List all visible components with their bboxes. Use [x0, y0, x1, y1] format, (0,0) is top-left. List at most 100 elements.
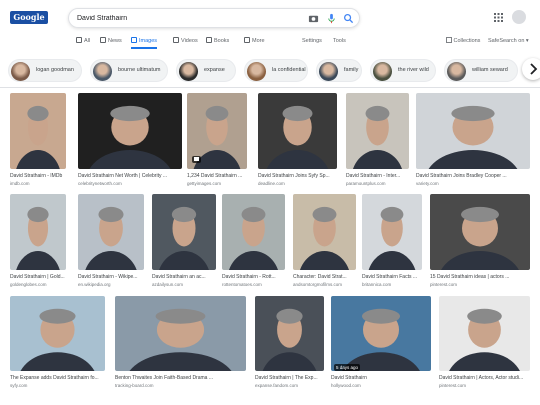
image-result[interactable]: David Strathairn Facts ... britannica.com — [362, 194, 422, 290]
result-caption[interactable]: David Strathairn - Wikipe... — [78, 274, 144, 280]
book-icon — [206, 37, 212, 43]
tab-videos[interactable]: Videos — [173, 37, 198, 49]
mic-icon[interactable] — [326, 13, 337, 24]
result-thumbnail[interactable] — [10, 296, 105, 371]
tab-images[interactable]: Images — [131, 37, 158, 49]
result-source: hollywood.com — [331, 383, 361, 388]
image-result[interactable]: David Strathairn - Rott... rottentomatoes… — [222, 194, 285, 290]
tools-link[interactable]: Tools — [333, 37, 346, 46]
result-caption[interactable]: David Strathairn Net Worth | Celebrity .… — [78, 173, 182, 179]
tab-books[interactable]: Books — [206, 37, 229, 49]
result-caption[interactable]: David Strathairn - IMDb — [10, 173, 66, 179]
result-caption[interactable]: David Strathairn - Rott... — [222, 274, 285, 280]
collections-label: Collections — [453, 38, 481, 44]
result-thumbnail[interactable] — [152, 194, 216, 270]
tab-all[interactable]: All — [76, 37, 90, 49]
settings-link[interactable]: Settings — [302, 37, 322, 46]
result-source: syfy.com — [10, 383, 28, 388]
collections-link[interactable]: Collections — [446, 37, 480, 46]
chip-expanse[interactable]: expanse — [176, 59, 236, 82]
safesearch-toggle[interactable]: SafeSearch on ▾ — [488, 37, 529, 46]
result-source: andsomtorgmofilms.com — [293, 282, 343, 287]
tab-more[interactable]: More — [244, 37, 265, 49]
image-result[interactable]: Character: David Strat... andsomtorgmofil… — [293, 194, 356, 290]
tab-news[interactable]: News — [100, 37, 122, 49]
result-thumbnail[interactable] — [346, 93, 409, 169]
chip-thumbnail — [373, 62, 392, 81]
google-logo[interactable]: Google — [10, 11, 48, 24]
chip-william-seward[interactable]: william seward — [444, 59, 518, 82]
chip-thumbnail — [447, 62, 466, 81]
chip-logan-goodman[interactable]: logan goodman — [8, 59, 82, 82]
result-thumbnail[interactable] — [222, 194, 285, 270]
image-result[interactable]: David Strathairn Joins Bradley Cooper ..… — [416, 93, 530, 189]
result-thumbnail[interactable] — [255, 296, 324, 371]
image-result[interactable]: David Strathairn - IMDb imdb.com — [10, 93, 66, 189]
result-source: pinterest.com — [439, 383, 467, 388]
result-caption[interactable]: David Strathairn — [331, 375, 431, 381]
result-thumbnail[interactable] — [293, 194, 356, 270]
result-thumbnail[interactable] — [362, 194, 422, 270]
result-caption[interactable]: David Strathairn - Inter... — [346, 173, 409, 179]
image-result[interactable]: Benton Thwaites Join Faith-Based Drama .… — [115, 296, 246, 391]
result-caption[interactable]: David Strathairn Joins Bradley Cooper ..… — [416, 173, 530, 179]
chip-label: the river wild — [398, 67, 429, 73]
result-caption[interactable]: David Strathairn | Gold... — [10, 274, 66, 280]
image-result[interactable]: The Expanse adds David Strathairn fo... s… — [10, 296, 105, 391]
chip-thumbnail — [179, 62, 198, 81]
result-caption[interactable]: David Strathairn | Actors, Actor studi..… — [439, 375, 530, 381]
image-result[interactable]: David Strathairn - Inter... paramountplus… — [346, 93, 409, 189]
image-result[interactable]: David Strathairn Net Worth | Celebrity .… — [78, 93, 182, 189]
result-thumbnail[interactable] — [258, 93, 337, 169]
result-source: paramountplus.com — [346, 181, 386, 186]
chips-next-button[interactable] — [522, 58, 540, 80]
result-source: variety.com — [416, 181, 439, 186]
chip-thumbnail — [93, 62, 112, 81]
result-thumbnail[interactable] — [10, 93, 66, 169]
result-thumbnail[interactable] — [331, 296, 431, 371]
result-thumbnail[interactable] — [416, 93, 530, 169]
result-caption[interactable]: David Strathairn Joins Syfy Sp... — [258, 173, 337, 179]
result-thumbnail[interactable] — [78, 93, 182, 169]
related-chips: logan goodman bourne ultimatum expanse la c… — [0, 57, 540, 85]
chip-label: la confidential — [272, 67, 306, 73]
chip-bourne-ultimatum[interactable]: bourne ultimatum — [90, 59, 168, 82]
result-thumbnail[interactable] — [430, 194, 530, 270]
chip-the-river-wild[interactable]: the river wild — [370, 59, 436, 82]
image-result[interactable]: 1,234 David Strathairn ... gettyimages.co… — [187, 93, 247, 189]
image-result[interactable]: 15 David Strathairn ideas | actors ... pi… — [430, 194, 530, 290]
chip-label: family — [344, 67, 359, 73]
chip-family[interactable]: family — [316, 59, 362, 82]
result-thumbnail[interactable] — [115, 296, 246, 371]
avatar[interactable] — [512, 10, 526, 24]
camera-icon[interactable] — [308, 13, 319, 24]
result-caption[interactable]: Benton Thwaites Join Faith-Based Drama .… — [115, 375, 246, 381]
image-result[interactable]: David Strathairn - Wikipe... en.wikipedia… — [78, 194, 144, 290]
image-result[interactable]: David Strathairn an ac... azdailysun.com — [152, 194, 216, 290]
image-result[interactable]: David Strathairn | Gold... goldenglobes.c… — [10, 194, 66, 290]
search-input[interactable] — [77, 12, 297, 25]
result-caption[interactable]: David Strathairn Facts ... — [362, 274, 422, 280]
bookmark-icon — [446, 37, 452, 43]
image-result[interactable]: David Strathairn | The Exp... expanse.fan… — [255, 296, 324, 391]
tab-label: Images — [139, 38, 158, 44]
image-result[interactable]: David Strathairn Joins Syfy Sp... deadlin… — [258, 93, 337, 189]
chip-thumbnail — [11, 62, 30, 81]
result-caption[interactable]: 15 David Strathairn ideas | actors ... — [430, 274, 530, 280]
result-caption[interactable]: Character: David Strat... — [293, 274, 356, 280]
search-icon[interactable] — [343, 13, 354, 24]
result-source: gettyimages.com — [187, 181, 222, 186]
result-thumbnail[interactable] — [10, 194, 66, 270]
image-result[interactable]: David Strathairn | Actors, Actor studi..… — [439, 296, 530, 391]
apps-grid-icon[interactable] — [494, 13, 503, 22]
result-caption[interactable]: David Strathairn | The Exp... — [255, 375, 324, 381]
result-caption[interactable]: 1,234 David Strathairn ... — [187, 173, 247, 179]
result-caption[interactable]: The Expanse adds David Strathairn fo... — [10, 375, 105, 381]
result-caption[interactable]: David Strathairn an ac... — [152, 274, 216, 280]
result-thumbnail[interactable] — [78, 194, 144, 270]
tab-label: All — [84, 38, 91, 44]
image-result[interactable]: David Strathairn hollywood.com — [331, 296, 431, 391]
search-box[interactable] — [68, 8, 360, 28]
result-thumbnail[interactable] — [439, 296, 530, 371]
chip-la-confidential[interactable]: la confidential — [244, 59, 308, 82]
